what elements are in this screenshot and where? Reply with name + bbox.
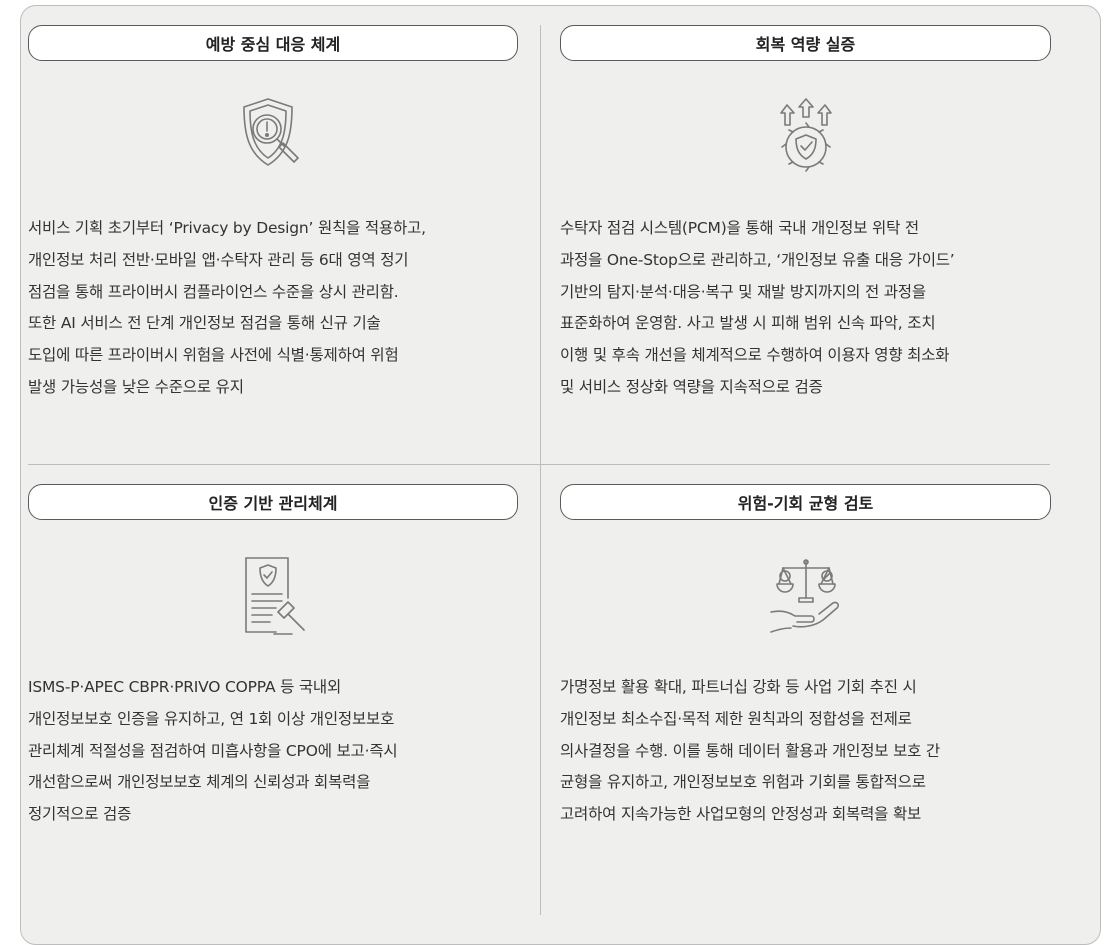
section-title: 회복 역량 실증 — [560, 25, 1051, 61]
certificate-gavel-icon — [245, 557, 305, 635]
section-description: 서비스 기획 초기부터 ‘Privacy by Design’ 원칙을 적용하고… — [28, 219, 426, 396]
section-prevention: 예방 중심 대응 체계 서비스 기획 초기부터 ‘Privacy by Desi… — [28, 25, 518, 404]
shield-search-icon — [243, 98, 299, 166]
section-title: 위험-기회 균형 검토 — [560, 484, 1051, 520]
section-description: 가명정보 활용 확대, 파트너십 강화 등 사업 기회 추진 시 개인정보 최소… — [560, 678, 940, 824]
vertical-divider — [540, 25, 541, 915]
balance-scale-hand-icon — [769, 559, 839, 633]
section-title: 인증 기반 관리체계 — [28, 484, 518, 520]
section-certification: 인증 기반 관리체계 ISMS-P·APEC CBPR·PRIVO COPPA … — [28, 484, 518, 831]
gear-shield-arrows-icon — [779, 98, 832, 172]
horizontal-divider — [28, 464, 1050, 465]
section-description: 수탁자 점검 시스템(PCM)을 통해 국내 개인정보 위탁 전 과정을 One… — [560, 219, 955, 396]
section-description: ISMS-P·APEC CBPR·PRIVO COPPA 등 국내외 개인정보보… — [28, 678, 398, 824]
section-title: 예방 중심 대응 체계 — [28, 25, 518, 61]
section-balance: 위험-기회 균형 검토 가명정보 활용 확대, 파트너십 강화 등 사업 기회 … — [560, 484, 1051, 831]
section-recovery: 회복 역량 실증 수탁자 점검 시스템(PCM)을 통해 국내 개인정보 위탁 … — [560, 25, 1051, 404]
